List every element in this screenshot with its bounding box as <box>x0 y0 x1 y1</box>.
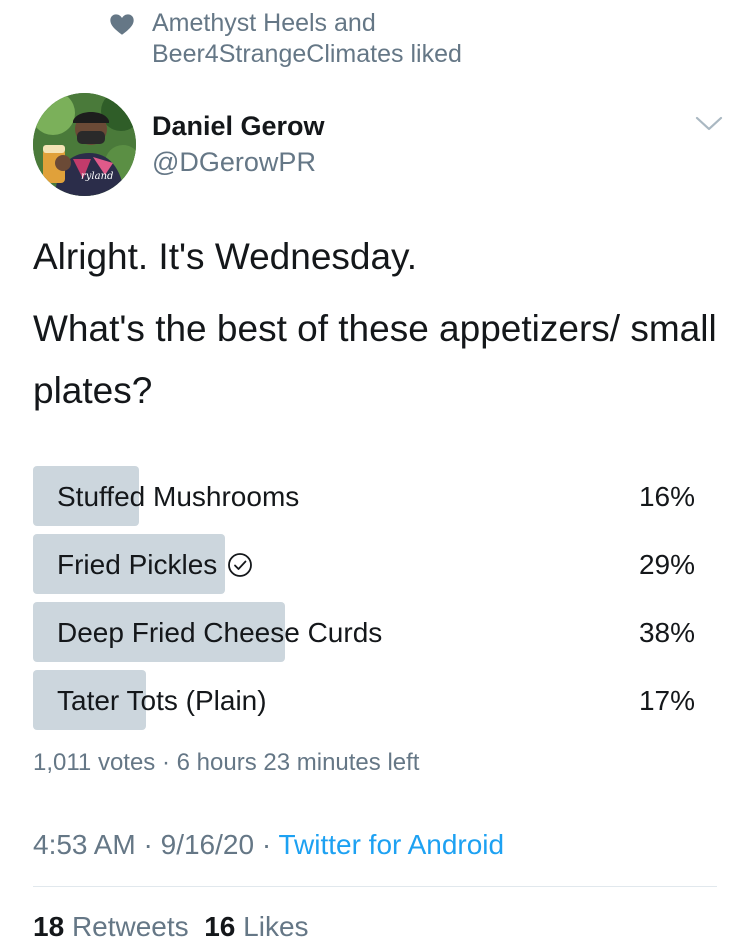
poll-option-label: Fried Pickles <box>57 549 218 580</box>
poll-option-percent: 17% <box>638 685 695 716</box>
author-name[interactable]: Daniel Gerow <box>152 108 325 144</box>
author-handle[interactable]: @DGerowPR <box>152 144 325 180</box>
tweet-line: Alright. It's Wednesday. <box>33 236 418 277</box>
poll-option: Tater Tots (Plain) 17% <box>33 670 695 730</box>
poll-meta: 1,011 votes · 6 hours 23 minutes left <box>33 746 419 780</box>
avatar[interactable]: ryland <box>33 93 136 196</box>
poll-option-percent: 29% <box>638 549 695 580</box>
poll-option-percent: 38% <box>638 617 695 648</box>
poll-option: Deep Fried Cheese Curds 38% <box>33 602 695 662</box>
tweet-timestamp: 4:53 AM · 9/16/20 · Twitter for Android <box>33 826 504 864</box>
retweets-count: 18 <box>33 911 65 942</box>
separator: · <box>161 749 170 776</box>
poll-option-label: Tater Tots (Plain) <box>57 685 267 716</box>
poll-option: Fried Pickles 29% <box>33 534 695 594</box>
poll-time-left: 6 hours 23 minutes left <box>176 749 420 776</box>
likes-stat[interactable]: 16 Likes <box>204 911 308 942</box>
tweet-text: Alright. It's Wednesday. What's the best… <box>33 226 723 432</box>
tweet-date[interactable]: 9/16/20 <box>161 829 254 860</box>
tweet-line: What's the best of these appetizers/ sma… <box>33 308 717 411</box>
chevron-down-icon[interactable] <box>694 114 724 134</box>
tweet-time[interactable]: 4:53 AM <box>33 829 136 860</box>
poll: Stuffed Mushrooms 16% Fried Pickles 29% … <box>33 466 695 738</box>
svg-text:ryland: ryland <box>81 171 113 182</box>
likes-count: 16 <box>204 911 236 942</box>
likes-label: Likes <box>243 911 309 942</box>
poll-option-label: Deep Fried Cheese Curds <box>57 617 383 648</box>
check-circle-icon <box>228 553 253 577</box>
poll-votes: 1,011 votes <box>33 749 156 776</box>
divider <box>33 886 717 887</box>
social-context-text: Amethyst Heels and Beer4StrangeClimates … <box>152 9 462 68</box>
separator: · <box>261 829 272 860</box>
separator: · <box>143 829 153 860</box>
author-block[interactable]: Daniel Gerow @DGerowPR <box>152 108 325 180</box>
tweet-source-link[interactable]: Twitter for Android <box>278 829 504 860</box>
retweets-label: Retweets <box>71 911 189 942</box>
avatar-image: ryland <box>33 93 136 196</box>
tweet-stats: 18 Retweets 16 Likes <box>33 908 309 946</box>
heart-icon <box>110 14 134 35</box>
retweets-stat[interactable]: 18 Retweets <box>33 911 189 942</box>
poll-option-percent: 16% <box>638 481 695 512</box>
poll-option-label: Stuffed Mushrooms <box>57 481 300 512</box>
poll-option: Stuffed Mushrooms 16% <box>33 466 695 526</box>
social-context[interactable]: Amethyst Heels and Beer4StrangeClimates … <box>108 8 512 70</box>
